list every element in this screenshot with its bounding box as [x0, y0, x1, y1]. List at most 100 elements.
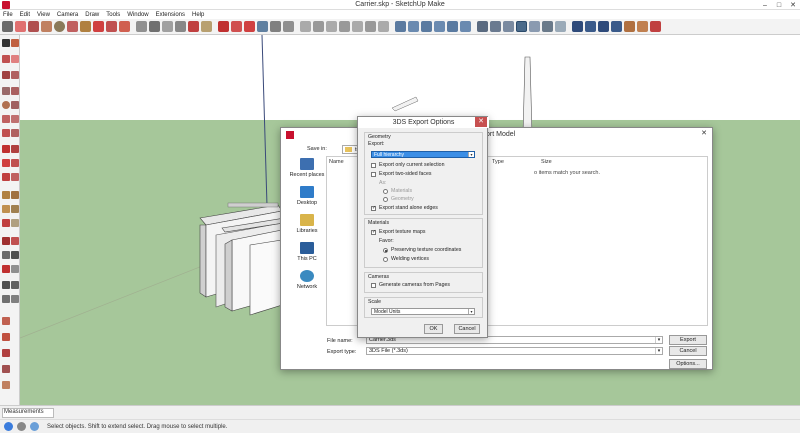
position-camera-icon[interactable] — [2, 281, 10, 289]
menu-extensions[interactable]: Extensions — [156, 12, 185, 18]
dimension-icon[interactable] — [149, 21, 160, 32]
radio-dot[interactable] — [383, 196, 388, 202]
rectangle-icon[interactable] — [2, 87, 10, 95]
back-view-icon[interactable] — [447, 21, 458, 32]
monochrome-style-icon[interactable] — [555, 21, 566, 32]
tape-measure-icon[interactable] — [2, 191, 10, 199]
three-point-arc-icon[interactable] — [11, 129, 19, 137]
line-tool-icon[interactable] — [41, 21, 52, 32]
checkbox-box[interactable] — [371, 282, 376, 288]
3d-text-icon[interactable] — [201, 21, 212, 32]
zoom-window-icon[interactable] — [11, 251, 19, 259]
stand-alone-edges-checkbox[interactable]: Export stand alone edges — [371, 205, 438, 211]
menu-tools[interactable]: Tools — [106, 12, 120, 18]
polygon-icon[interactable] — [11, 101, 19, 109]
arc-icon[interactable] — [2, 115, 10, 123]
place-libraries[interactable]: Libraries — [288, 214, 326, 242]
make-component-icon[interactable] — [11, 39, 19, 47]
share-model-side-icon[interactable] — [2, 333, 10, 341]
iso-view-icon[interactable] — [395, 21, 406, 32]
zoom-window-icon[interactable] — [257, 21, 268, 32]
checkbox-box[interactable] — [371, 171, 376, 177]
only-current-selection-checkbox[interactable]: Export only current selection — [371, 162, 444, 168]
tape-measure-icon[interactable] — [136, 21, 147, 32]
paint-bucket-icon[interactable] — [2, 55, 10, 63]
text-icon[interactable] — [11, 205, 19, 213]
warehouse-side-icon[interactable] — [2, 317, 10, 325]
options-button[interactable]: Options... — [669, 359, 707, 369]
scale-tool-icon[interactable] — [106, 21, 117, 32]
pencil-tool-icon[interactable] — [28, 21, 39, 32]
right-view-icon[interactable] — [434, 21, 445, 32]
freehand-icon[interactable] — [11, 71, 19, 79]
offset-icon[interactable] — [11, 173, 19, 181]
zoom-extents-icon[interactable] — [2, 265, 10, 273]
pan-icon[interactable] — [11, 237, 19, 245]
select-tool-icon[interactable] — [2, 21, 13, 32]
chevron-down-icon[interactable]: ▾ — [468, 152, 474, 157]
follow-me-icon[interactable] — [11, 159, 19, 167]
preserve-coords-radio[interactable]: Preserving texture coordinates — [383, 247, 461, 253]
menu-window[interactable]: Window — [127, 12, 148, 18]
menu-view[interactable]: View — [37, 12, 50, 18]
dimension-icon[interactable] — [11, 191, 19, 199]
freehand-tool-icon[interactable] — [352, 21, 363, 32]
cancel-export-button[interactable]: Cancel — [669, 346, 707, 356]
share-component-side-icon[interactable] — [2, 349, 10, 357]
menu-camera[interactable]: Camera — [57, 12, 78, 18]
menu-help[interactable]: Help — [192, 12, 204, 18]
chevron-down-icon[interactable]: ▾ — [468, 309, 474, 314]
pie-tool-icon[interactable] — [339, 21, 350, 32]
checkbox-box[interactable] — [371, 162, 376, 168]
radio-dot[interactable] — [383, 256, 388, 262]
follow-me-icon[interactable] — [378, 21, 389, 32]
geo-location-status-icon[interactable] — [4, 422, 13, 431]
menu-edit[interactable]: Edit — [20, 12, 30, 18]
select-arrow-icon[interactable] — [2, 39, 10, 47]
close-button[interactable]: ✕ — [786, 0, 800, 10]
front-view-icon[interactable] — [421, 21, 432, 32]
push-pull-icon[interactable] — [67, 21, 78, 32]
orbit-tool-icon[interactable] — [218, 21, 229, 32]
cancel-options-button[interactable]: Cancel — [454, 324, 480, 334]
add-location-icon[interactable] — [624, 21, 635, 32]
chevron-down-icon[interactable]: ▾ — [655, 337, 662, 343]
checkbox-box[interactable] — [371, 229, 376, 235]
options-close-button[interactable]: ✕ — [475, 117, 487, 127]
eraser-icon[interactable] — [11, 55, 19, 63]
move-icon[interactable] — [2, 145, 10, 153]
share-component-icon[interactable] — [598, 21, 609, 32]
minimize-button[interactable]: – — [758, 0, 772, 10]
section-plane-icon[interactable] — [11, 295, 19, 303]
offset-tool-icon[interactable] — [119, 21, 130, 32]
menu-file[interactable]: File — [3, 12, 13, 18]
zoom-tool-icon[interactable] — [244, 21, 255, 32]
protractor-icon[interactable] — [2, 205, 10, 213]
axes-tool-icon[interactable] — [188, 21, 199, 32]
geometry-radio[interactable]: Geometry — [383, 196, 414, 202]
left-view-icon[interactable] — [460, 21, 471, 32]
place-desktop[interactable]: Desktop — [288, 186, 326, 214]
hidden-line-style-icon[interactable] — [516, 21, 527, 32]
eraser-tool-icon[interactable] — [15, 21, 26, 32]
two-sided-faces-checkbox[interactable]: Export two-sided faces — [371, 171, 431, 177]
warehouse-icon[interactable] — [572, 21, 583, 32]
rotated-rectangle-icon[interactable] — [11, 87, 19, 95]
arc-tool-icon[interactable] — [300, 21, 311, 32]
textured-style-icon[interactable] — [542, 21, 553, 32]
texture-maps-checkbox[interactable]: Export texture maps — [371, 229, 425, 235]
column-name[interactable]: Name — [329, 159, 344, 165]
three-point-arc-icon[interactable] — [326, 21, 337, 32]
line-icon[interactable] — [2, 71, 10, 79]
pan-tool-icon[interactable] — [231, 21, 242, 32]
top-view-icon[interactable] — [408, 21, 419, 32]
rotate-icon[interactable] — [2, 159, 10, 167]
materials-radio[interactable]: Materials — [383, 188, 412, 194]
back-edges-style-icon[interactable] — [490, 21, 501, 32]
ok-button[interactable]: OK — [424, 324, 443, 334]
walk-icon[interactable] — [2, 295, 10, 303]
radio-dot[interactable] — [383, 247, 388, 253]
two-point-arc-icon[interactable] — [11, 115, 19, 123]
place-network[interactable]: Network — [288, 270, 326, 298]
wireframe-style-icon[interactable] — [503, 21, 514, 32]
